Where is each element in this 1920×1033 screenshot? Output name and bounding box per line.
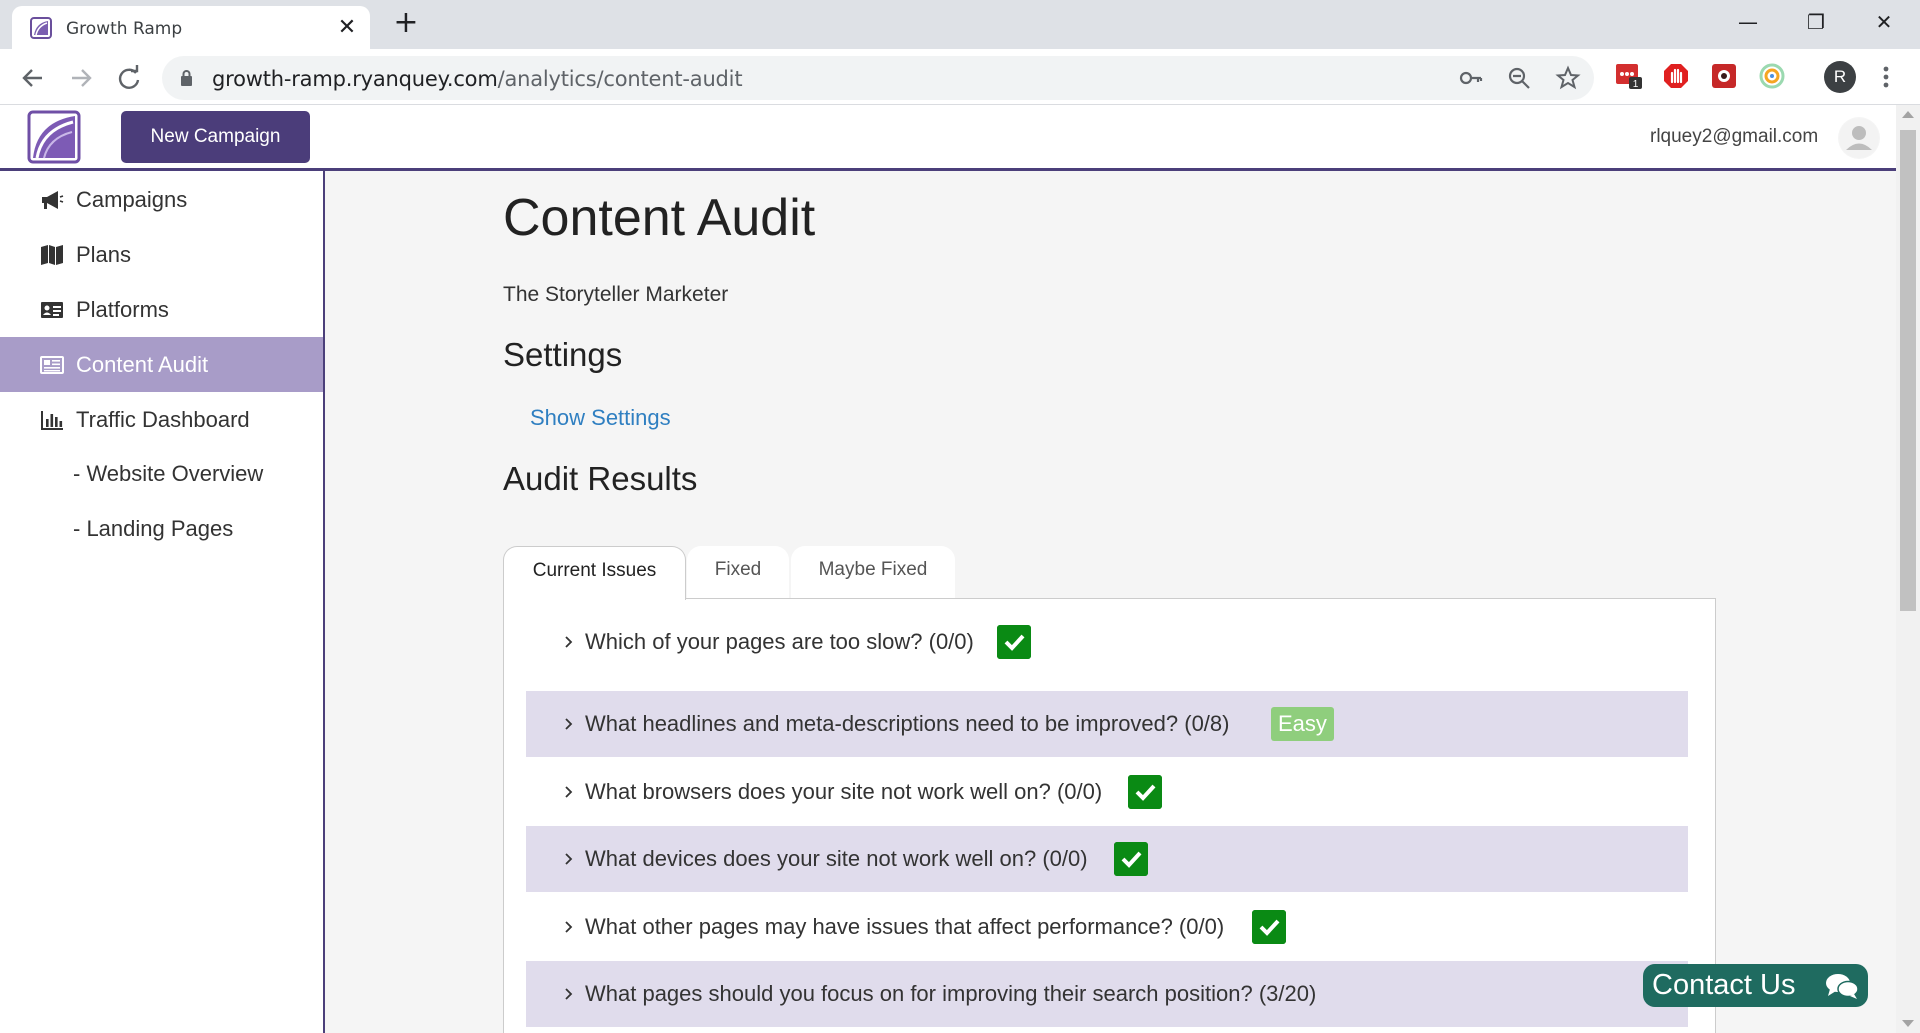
issue-row[interactable]: What devices does your site not work wel… [526,826,1688,892]
browser-tab-title: Growth Ramp [66,19,183,39]
check-icon [997,625,1031,659]
growth-ramp-logo-icon[interactable] [27,110,81,164]
sidebar-subitem-website-overview[interactable]: - Website Overview [73,461,263,487]
issue-text: What pages should you focus on for impro… [585,981,1317,1006]
page-title: Content Audit [503,189,816,247]
settings-heading: Settings [503,336,623,373]
red-bug-extension-icon[interactable] [1710,62,1738,90]
issue-text: Which of your pages are too slow? (0/0) [585,629,974,654]
browser-menu-icon[interactable] [1878,61,1894,93]
chevron-right-icon [565,853,573,865]
megaphone-icon [42,191,64,209]
audit-results-panel: Which of your pages are too slow? (0/0) … [503,598,1716,1033]
target-circle-extension-icon[interactable] [1758,62,1786,90]
user-avatar-icon[interactable] [1838,117,1880,159]
chevron-right-icon [565,718,573,730]
sidebar-item-campaigns[interactable]: Campaigns [0,172,323,227]
star-bookmark-icon[interactable] [1555,65,1581,91]
issue-row[interactable]: What pages should you focus on for impro… [526,961,1688,1027]
issue-text: What other pages may have issues that af… [585,914,1225,939]
minimize-window-icon[interactable]: — [1718,4,1778,40]
address-bar[interactable]: growth-ramp.ryanquey.com/analytics/conte… [162,56,1594,100]
chevron-right-icon [565,786,573,798]
restore-window-icon[interactable]: ❐ [1786,4,1846,40]
chevron-right-icon [565,636,573,648]
url-text: growth-ramp.ryanquey.com/analytics/conte… [212,67,743,91]
key-icon[interactable] [1458,65,1484,91]
app-header: New Campaign rlquey2@gmail.com [0,105,1896,171]
scroll-thumb[interactable] [1900,130,1916,611]
zoom-out-icon[interactable] [1506,65,1532,91]
sidebar: Campaigns Plans Platforms Content Audit [0,171,325,1033]
chat-bubbles-icon [1826,974,1859,999]
tab-current-issues[interactable]: Current Issues [503,546,686,600]
scroll-up-arrow-icon[interactable] [1902,111,1914,118]
issue-text: What devices does your site not work wel… [585,846,1088,871]
stop-hand-extension-icon[interactable] [1662,62,1690,90]
issue-row[interactable]: What other pages may have issues that af… [526,894,1688,960]
browser-toolbar: growth-ramp.ryanquey.com/analytics/conte… [0,49,1920,105]
bar-chart-icon [41,411,63,430]
chevron-right-icon [565,921,573,933]
extension-red-icon[interactable]: 1 [1615,62,1643,90]
browser-tab-strip: Growth Ramp ✕ + — ❐ ✕ [0,0,1920,49]
show-settings-link[interactable]: Show Settings [530,405,671,431]
forward-arrow-icon[interactable] [64,61,98,95]
sidebar-item-traffic-dashboard[interactable]: Traffic Dashboard [0,392,323,447]
issue-row[interactable]: What headlines and meta-descriptions nee… [526,691,1688,757]
page-scrollbar[interactable] [1896,105,1920,1033]
close-tab-icon[interactable]: ✕ [334,14,360,40]
new-campaign-button[interactable]: New Campaign [121,111,310,163]
audit-results-heading: Audit Results [503,460,698,497]
sidebar-item-platforms[interactable]: Platforms [0,282,323,337]
sidebar-item-content-audit[interactable]: Content Audit [0,337,323,392]
contact-us-button[interactable]: Contact Us [1643,964,1868,1007]
back-arrow-icon[interactable] [16,61,50,95]
contact-us-label: Contact Us [1652,969,1796,1001]
map-icon [41,245,63,265]
chevron-right-icon [565,988,573,1000]
user-email[interactable]: rlquey2@gmail.com [1650,126,1818,148]
check-icon [1128,775,1162,809]
issue-row[interactable]: What browsers does your site not work we… [526,759,1688,825]
check-icon [1114,842,1148,876]
lock-icon [181,70,192,86]
svg-text:1: 1 [1633,79,1639,90]
browser-tab[interactable]: Growth Ramp ✕ [12,6,370,49]
close-window-icon[interactable]: ✕ [1854,4,1914,40]
newspaper-icon [40,356,64,374]
new-tab-button[interactable]: + [390,8,422,40]
campaign-subtitle: The Storyteller Marketer [503,283,729,306]
issue-text: What headlines and meta-descriptions nee… [585,711,1230,736]
tab-fixed[interactable]: Fixed [687,546,789,598]
easy-badge: Easy [1271,707,1334,741]
sidebar-item-plans[interactable]: Plans [0,227,323,282]
issue-text: What browsers does your site not work we… [585,779,1103,804]
main-content: Content Audit The Storyteller Marketer S… [325,171,1896,1033]
tab-maybe-fixed[interactable]: Maybe Fixed [791,546,955,598]
profile-avatar[interactable]: R [1824,61,1856,93]
check-icon [1252,910,1286,944]
scroll-down-arrow-icon[interactable] [1902,1020,1914,1027]
reload-icon[interactable] [112,61,146,95]
issue-row[interactable]: Which of your pages are too slow? (0/0) [526,609,1688,675]
growth-ramp-favicon-icon [30,17,52,39]
id-card-icon [41,302,63,318]
sidebar-subitem-landing-pages[interactable]: - Landing Pages [73,516,233,542]
